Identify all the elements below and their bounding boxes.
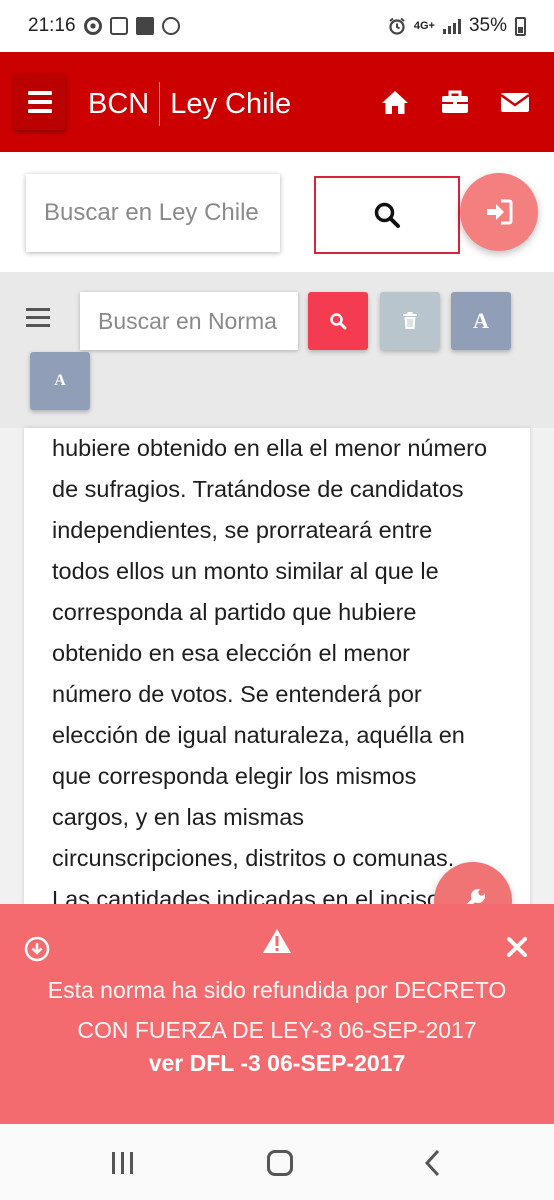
mail-icon[interactable] bbox=[500, 88, 530, 116]
signal-icon bbox=[442, 18, 461, 34]
search-norma-input[interactable]: Buscar en Norma bbox=[80, 292, 298, 350]
main-menu-button[interactable] bbox=[14, 74, 66, 130]
search-area: Buscar en Ley Chile bbox=[0, 152, 554, 272]
app-header: BCN Ley Chile bbox=[0, 52, 554, 152]
search-icon bbox=[330, 313, 347, 330]
brand-divider bbox=[159, 82, 161, 126]
whatsapp-icon bbox=[161, 17, 180, 35]
clear-button[interactable] bbox=[380, 292, 440, 350]
chrome-icon bbox=[83, 17, 102, 35]
norma-menu-button[interactable] bbox=[26, 308, 50, 327]
search-button[interactable] bbox=[314, 176, 460, 254]
notice-line-2: CON FUERZA DE LEY-3 06-SEP-2017 bbox=[77, 1017, 477, 1043]
brand-short: BCN bbox=[88, 87, 150, 120]
gallery-icon bbox=[135, 17, 154, 35]
norma-toolbar: Buscar en Norma A A bbox=[0, 272, 554, 428]
brand-logo[interactable]: BCN Ley Chile bbox=[88, 82, 291, 126]
recent-apps-icon[interactable] bbox=[112, 1152, 133, 1174]
menu-icon bbox=[26, 308, 50, 311]
brand-name: Ley Chile bbox=[170, 87, 292, 120]
article-line: número de votos. Se entenderá por bbox=[52, 681, 422, 707]
notice-message: Esta norma ha sido refundida por DECRETO… bbox=[0, 970, 554, 1050]
font-decrease-button[interactable]: A bbox=[30, 352, 90, 410]
network-type: 4G+ bbox=[413, 20, 435, 32]
search-norma-button[interactable] bbox=[308, 292, 368, 350]
scroll-down-icon[interactable] bbox=[24, 936, 50, 962]
dfl-link[interactable]: ver DFL -3 06-SEP-2017 bbox=[0, 1050, 554, 1077]
home-icon[interactable] bbox=[380, 88, 410, 116]
article-line: independientes, se prorrateará entre bbox=[52, 517, 433, 543]
box-icon bbox=[109, 17, 128, 35]
article-content: hubiere obtenido en ella el menor número… bbox=[24, 428, 530, 908]
close-icon[interactable] bbox=[506, 936, 528, 958]
alarm-icon bbox=[389, 17, 405, 35]
font-increase-button[interactable]: A bbox=[451, 292, 511, 350]
briefcase-icon[interactable] bbox=[440, 88, 470, 116]
article-line: cargos, y en las mismas bbox=[52, 804, 305, 830]
article-text: hubiere obtenido en ella el menor número… bbox=[52, 428, 522, 908]
status-bar: 21:16 4G+ 35% bbox=[0, 0, 554, 52]
article-line: que corresponda elegir los mismos bbox=[52, 763, 417, 789]
search-icon bbox=[374, 202, 400, 228]
article-line: corresponda al partido que hubiere bbox=[52, 599, 417, 625]
refundida-notice: Esta norma ha sido refundida por DECRETO… bbox=[0, 904, 554, 1124]
trash-icon bbox=[403, 312, 417, 329]
login-icon bbox=[487, 199, 513, 225]
home-button-icon[interactable] bbox=[267, 1150, 293, 1176]
notice-line-1: Esta norma ha sido refundida por DECRETO bbox=[47, 977, 507, 1003]
article-line: de sufragios. Tratándose de candidatos bbox=[52, 476, 464, 502]
article-line: todos ellos un monto similar al que le bbox=[52, 558, 439, 584]
warning-icon bbox=[263, 929, 291, 953]
article-line: hubiere obtenido en ella el menor número bbox=[52, 435, 488, 461]
menu-icon bbox=[28, 91, 52, 95]
search-ley-input[interactable]: Buscar en Ley Chile bbox=[26, 174, 280, 252]
status-time: 21:16 bbox=[28, 15, 76, 36]
back-icon[interactable] bbox=[424, 1149, 442, 1177]
battery-level: 35% bbox=[468, 15, 507, 36]
article-line: elección de igual naturaleza, aquélla en bbox=[52, 722, 465, 748]
battery-icon bbox=[515, 16, 526, 36]
android-nav-bar bbox=[0, 1124, 554, 1200]
login-button[interactable] bbox=[460, 173, 538, 251]
article-line: obtenido en esa elección el menor bbox=[52, 640, 410, 666]
